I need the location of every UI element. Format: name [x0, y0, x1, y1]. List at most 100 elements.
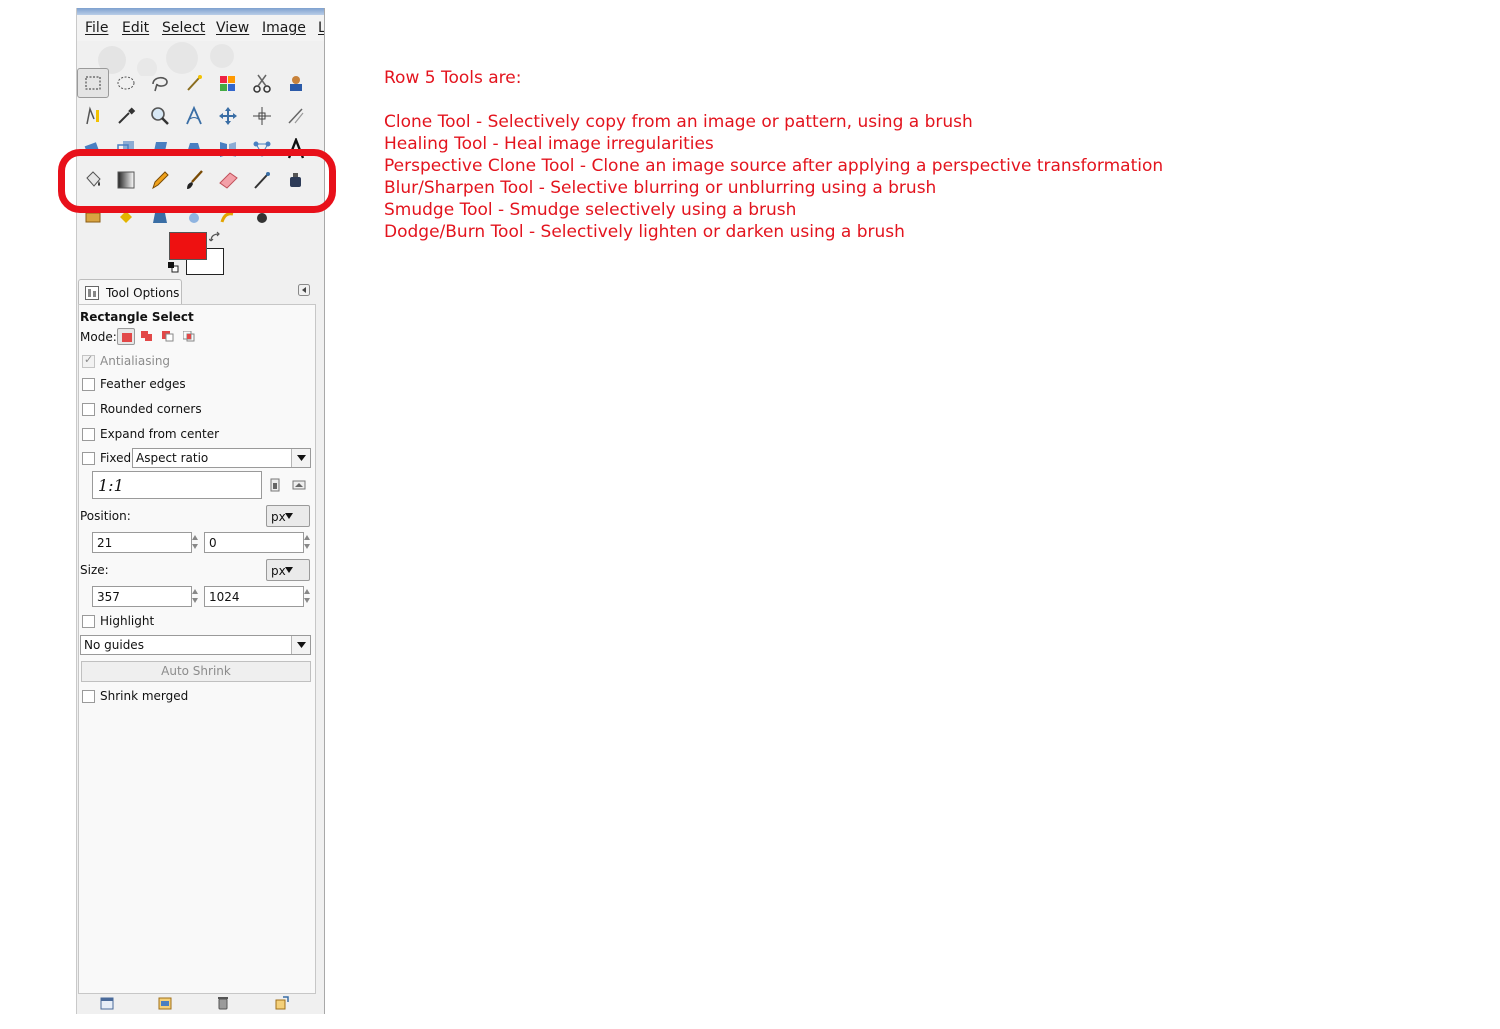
expand-from-center-checkbox[interactable] — [82, 428, 95, 441]
size-height-field[interactable]: 1024 — [204, 586, 304, 607]
cage-tool[interactable] — [246, 134, 278, 164]
spinner-icon[interactable] — [191, 532, 199, 552]
antialiasing-checkbox[interactable]: ✓ — [82, 353, 95, 368]
crop-tool[interactable] — [280, 101, 312, 131]
title-bar[interactable] — [77, 8, 324, 15]
lasso-tool[interactable] — [144, 68, 176, 98]
perspective-clone-tool[interactable] — [144, 198, 176, 228]
mode-intersect-button[interactable] — [180, 328, 198, 345]
delete-options-icon[interactable] — [216, 996, 230, 1010]
landscape-icon[interactable] — [292, 478, 306, 492]
blend-icon — [117, 171, 135, 189]
blur-sharpen-tool[interactable] — [178, 198, 210, 228]
shrink-merged-checkbox[interactable] — [82, 690, 95, 703]
dodge-burn-icon — [257, 213, 267, 223]
clone-tool[interactable] — [77, 198, 109, 228]
scissors-tool[interactable] — [246, 68, 278, 98]
position-unit-select[interactable]: px — [266, 505, 310, 527]
rect-select-tool[interactable] — [77, 68, 109, 98]
shear-tool[interactable] — [144, 134, 176, 164]
auto-shrink-button[interactable]: Auto Shrink — [81, 661, 311, 682]
position-label: Position: — [80, 509, 131, 523]
menu-view[interactable]: View — [216, 20, 249, 36]
blend-tool[interactable] — [110, 165, 142, 195]
menu-file[interactable]: File — [85, 20, 108, 36]
flip-tool[interactable] — [212, 134, 244, 164]
swap-colors-icon[interactable] — [209, 231, 223, 245]
spinner-icon[interactable] — [303, 586, 311, 606]
move-tool[interactable] — [212, 101, 244, 131]
position-x-value: 21 — [97, 536, 113, 550]
paths-tool[interactable] — [77, 101, 109, 131]
heal-tool[interactable] — [110, 198, 142, 228]
guides-select[interactable]: No guides — [80, 635, 311, 655]
color-picker-tool[interactable] — [110, 101, 142, 131]
rotate-tool[interactable] — [77, 134, 109, 164]
ellipse-select-tool[interactable] — [110, 68, 142, 98]
feather-edges-checkbox[interactable] — [82, 378, 95, 391]
highlight-label: Highlight — [100, 614, 155, 628]
measure-icon — [186, 105, 202, 125]
guides-value: No guides — [84, 638, 144, 652]
mode-replace-button[interactable] — [117, 328, 135, 345]
paths-icon — [86, 106, 99, 125]
mode-subtract-button[interactable] — [159, 328, 177, 345]
reset-options-icon[interactable] — [275, 996, 289, 1010]
magic-wand-tool[interactable] — [178, 68, 210, 98]
paintbrush-tool[interactable] — [178, 165, 210, 195]
size-label: Size: — [80, 563, 109, 577]
eraser-tool[interactable] — [212, 165, 244, 195]
measure-tool[interactable] — [178, 101, 210, 131]
configure-tab-icon[interactable] — [298, 284, 310, 296]
antialiasing-label: Antialiasing — [100, 354, 171, 368]
position-y-value: 0 — [209, 536, 217, 550]
mode-add-button[interactable] — [138, 328, 156, 345]
default-colors-icon[interactable] — [168, 262, 179, 273]
aspect-ratio-field[interactable]: 1:1 — [92, 471, 262, 499]
foreground-select-tool[interactable] — [280, 68, 312, 98]
annotation-line: Healing Tool - Heal image irregularities — [384, 134, 714, 154]
menu-edit[interactable]: Edit — [122, 20, 149, 36]
mode-subtract-icon — [162, 331, 174, 342]
save-options-icon[interactable] — [100, 996, 114, 1010]
menu-select[interactable]: Select — [162, 20, 205, 36]
select-by-color-icon — [220, 76, 235, 91]
align-tool[interactable] — [246, 101, 278, 131]
ink-icon — [290, 173, 301, 187]
spinner-icon[interactable] — [191, 586, 199, 606]
spinner-icon[interactable] — [303, 532, 311, 552]
tab-tool-options-label: Tool Options — [106, 286, 180, 300]
rounded-corners-checkbox[interactable] — [82, 403, 95, 416]
size-width-field[interactable]: 357 — [92, 586, 192, 607]
select-by-color-tool[interactable] — [212, 68, 244, 98]
size-unit-select[interactable]: px — [266, 559, 310, 581]
menu-layer[interactable]: L — [318, 20, 324, 36]
text-tool[interactable] — [280, 134, 312, 164]
portrait-icon[interactable] — [268, 478, 282, 492]
pencil-tool[interactable] — [144, 165, 176, 195]
zoom-tool[interactable] — [144, 101, 176, 131]
fixed-mode-select[interactable]: Aspect ratio — [132, 448, 311, 468]
size-unit-value: px — [271, 564, 286, 578]
highlight-checkbox[interactable] — [82, 615, 95, 628]
scale-tool[interactable] — [110, 134, 142, 164]
perspective-tool[interactable] — [178, 134, 210, 164]
chevron-down-icon — [291, 449, 310, 467]
position-x-field[interactable]: 21 — [92, 532, 192, 553]
fixed-label: Fixed: — [100, 451, 136, 465]
airbrush-tool[interactable] — [246, 165, 278, 195]
bucket-fill-tool[interactable] — [77, 165, 109, 195]
annotation-line: Smudge Tool - Smudge selectively using a… — [384, 200, 797, 220]
menu-image[interactable]: Image — [262, 20, 306, 36]
tab-tool-options[interactable]: Tool Options — [78, 279, 182, 306]
foreground-color-swatch[interactable] — [169, 232, 207, 260]
position-y-field[interactable]: 0 — [204, 532, 304, 553]
ink-tool[interactable] — [280, 165, 312, 195]
smudge-tool[interactable] — [212, 198, 244, 228]
restore-options-icon[interactable] — [158, 996, 172, 1010]
dodge-burn-tool[interactable] — [246, 198, 278, 228]
chevron-down-icon — [291, 636, 310, 654]
foreground-select-icon — [290, 76, 302, 91]
flip-icon — [220, 142, 236, 157]
fixed-checkbox[interactable] — [82, 452, 95, 465]
